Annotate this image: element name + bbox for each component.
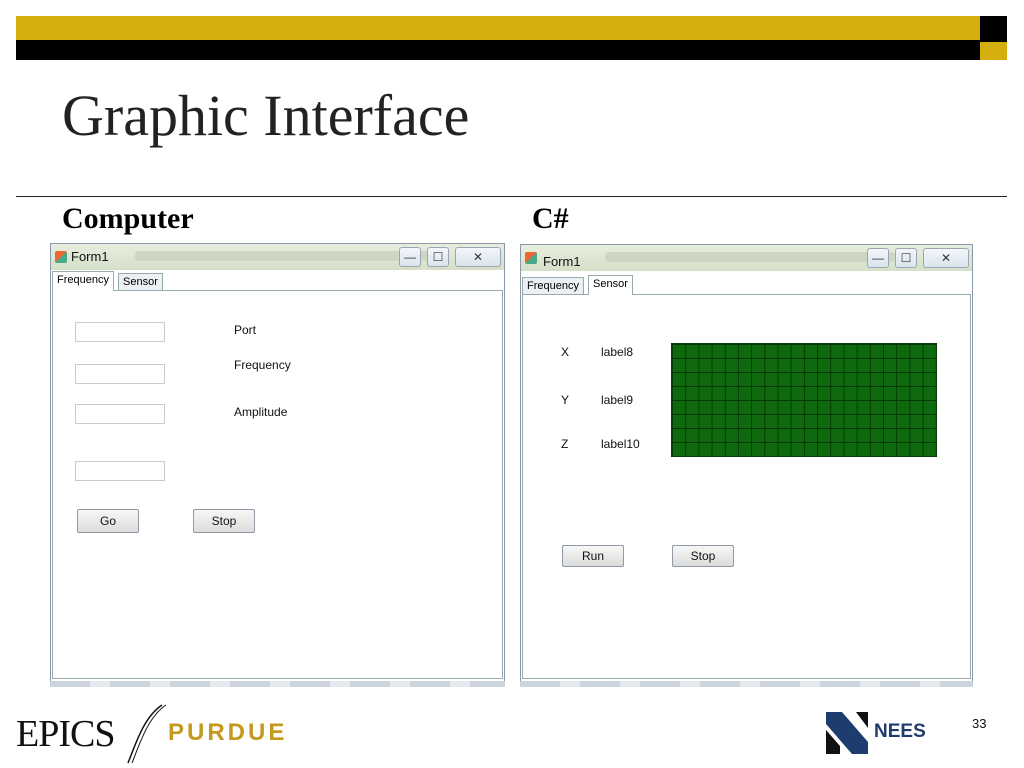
purdue-logo: PURDUE: [168, 719, 288, 746]
axis-y-value: label9: [601, 393, 634, 407]
tab-frequency[interactable]: Frequency: [522, 277, 584, 294]
epics-slash-icon: [127, 704, 167, 764]
axis-z-value: label10: [601, 437, 640, 451]
slide-title: Graphic Interface: [62, 83, 470, 148]
stop-button[interactable]: Stop: [193, 509, 255, 533]
stop-button[interactable]: Stop: [672, 545, 734, 567]
form1-window-sensor: Form1 — ☐ ✕ Frequency Sensor X label8 Y …: [520, 244, 973, 682]
epics-logo: EPICS: [16, 713, 115, 755]
header-square-gold: [980, 42, 1007, 60]
extra-input[interactable]: [75, 461, 165, 481]
column-heading-computer: Computer: [62, 202, 194, 235]
window-app-icon: [55, 251, 67, 263]
form1-window-frequency: Form1 — ☐ ✕ Frequency Sensor Port Freque…: [50, 243, 505, 682]
close-icon[interactable]: ✕: [455, 247, 501, 267]
amplitude-input[interactable]: [75, 404, 165, 424]
taskbar-strip-right: [520, 681, 973, 687]
maximize-icon[interactable]: ☐: [895, 248, 917, 268]
title-divider: [16, 196, 1007, 197]
axis-y-label: Y: [561, 393, 570, 407]
nees-logo-icon: [826, 712, 868, 754]
maximize-icon[interactable]: ☐: [427, 247, 449, 267]
close-icon[interactable]: ✕: [923, 248, 969, 268]
go-button[interactable]: Go: [77, 509, 139, 533]
header-square-black: [980, 16, 1007, 42]
frequency-input[interactable]: [75, 364, 165, 384]
window-titlebar[interactable]: Form1 — ☐ ✕: [51, 244, 504, 270]
port-input[interactable]: [75, 322, 165, 342]
axis-x-value: label8: [601, 345, 634, 359]
axis-z-label: Z: [561, 437, 569, 451]
header-bar-black: [16, 40, 980, 60]
sensor-grid-display: [671, 343, 937, 457]
amplitude-label: Amplitude: [234, 405, 288, 419]
run-button[interactable]: Run: [562, 545, 624, 567]
axis-x-label: X: [561, 345, 570, 359]
window-titlebar[interactable]: Form1 — ☐ ✕: [521, 245, 972, 271]
page-number: 33: [972, 716, 987, 731]
blurred-menu: [135, 251, 435, 261]
tab-panel-sensor: X label8 Y label9 Z label10 Run Stop: [522, 294, 971, 679]
tab-sensor[interactable]: Sensor: [588, 275, 633, 295]
column-heading-csharp: C#: [532, 202, 569, 235]
header-bar-gold: [16, 16, 980, 40]
window-app-icon: [525, 252, 537, 264]
tab-panel-frequency: Port Frequency Amplitude Go Stop: [52, 290, 503, 679]
window-title: Form1: [71, 249, 109, 264]
frequency-label: Frequency: [234, 358, 291, 372]
nees-logo-text: NEES: [874, 721, 926, 742]
window-title: Form1: [543, 254, 581, 269]
minimize-icon[interactable]: —: [867, 248, 889, 268]
port-label: Port: [234, 323, 257, 337]
taskbar-strip-left: [50, 681, 505, 687]
tab-sensor[interactable]: Sensor: [118, 273, 163, 290]
blurred-menu: [605, 252, 895, 262]
minimize-icon[interactable]: —: [399, 247, 421, 267]
tab-frequency[interactable]: Frequency: [52, 271, 114, 291]
